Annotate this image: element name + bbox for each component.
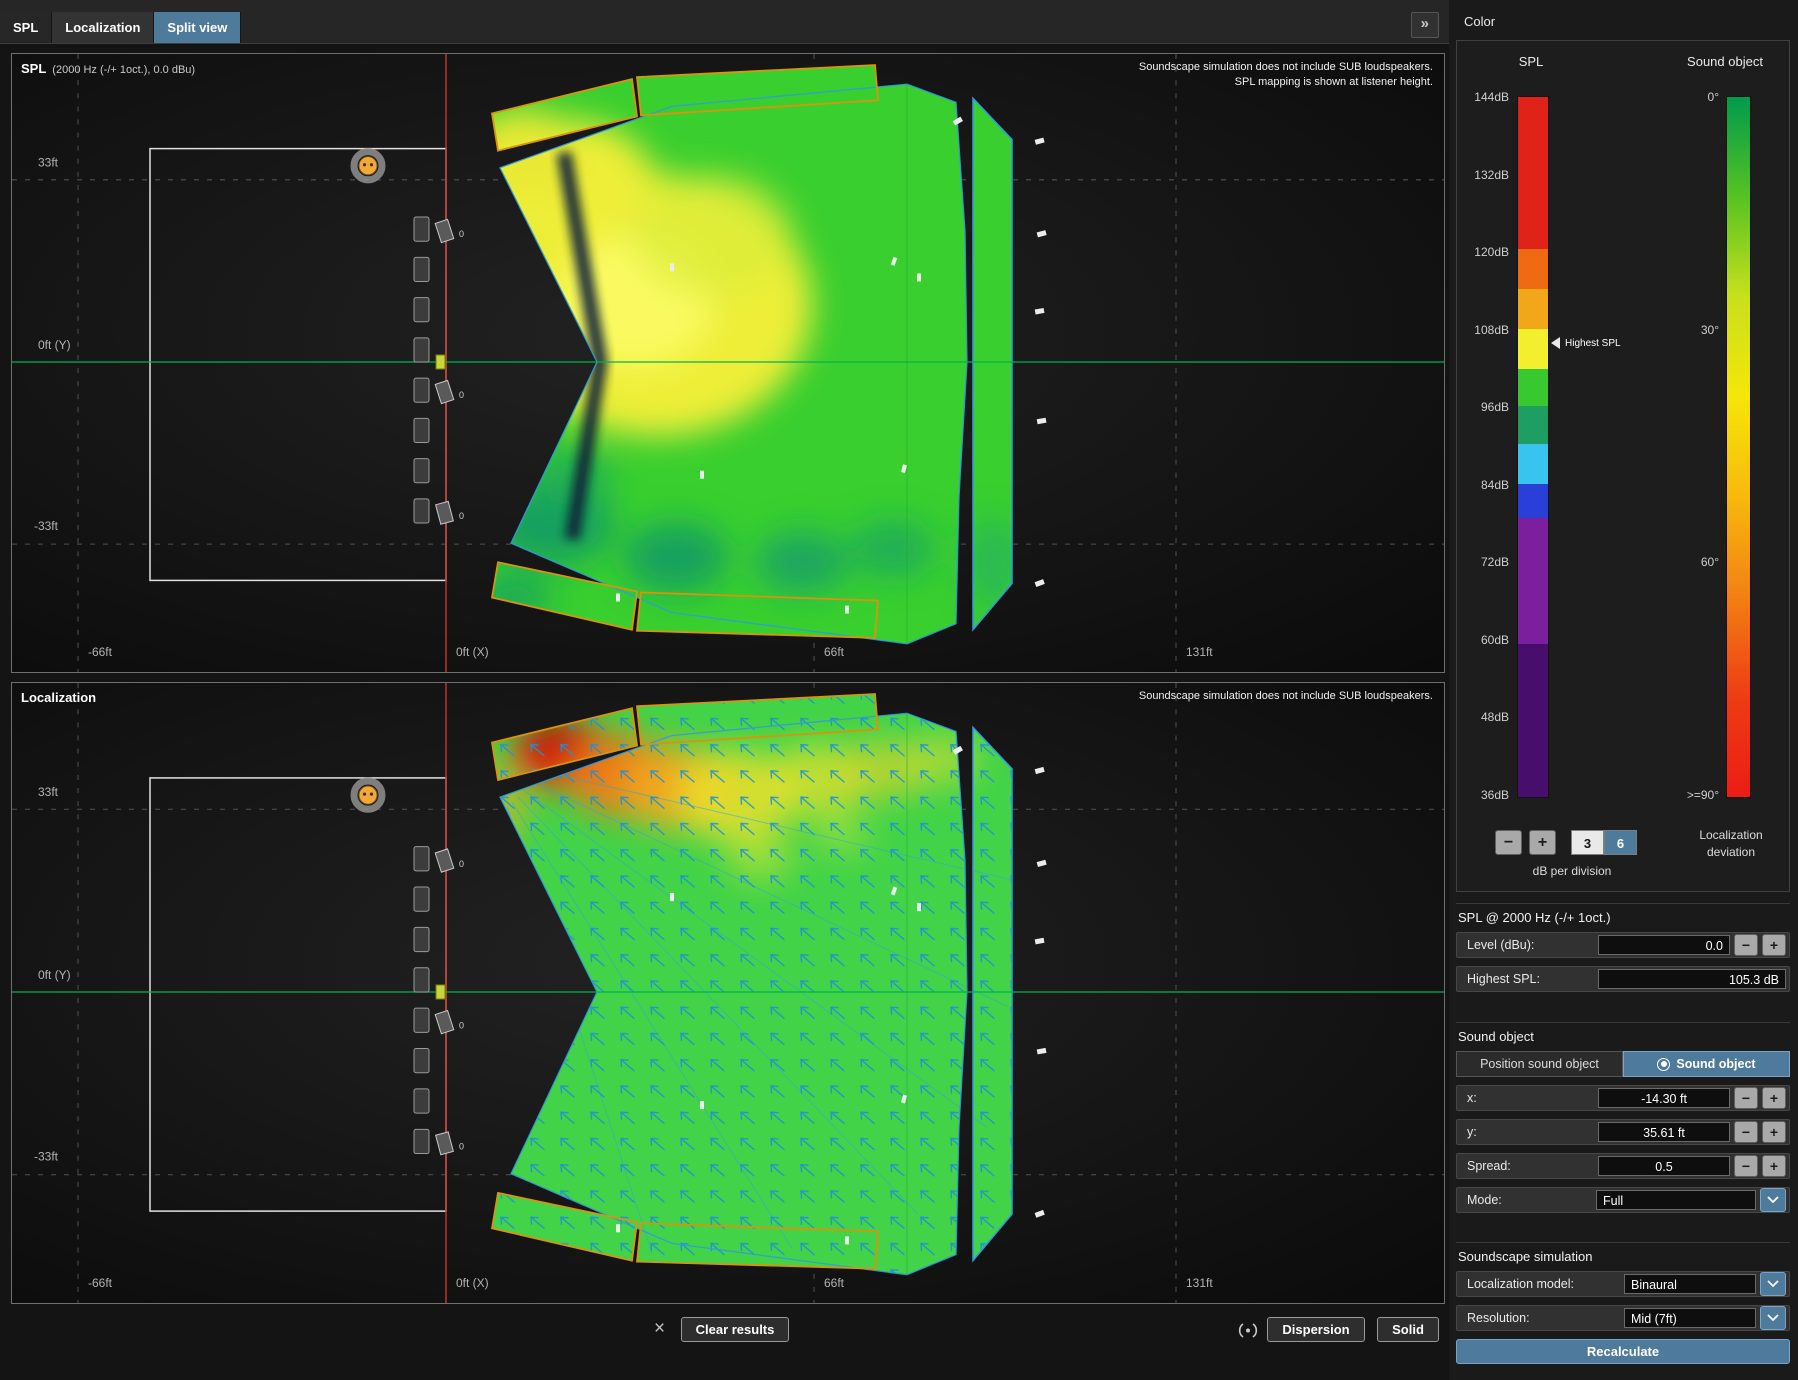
sound-object-section: Sound object Position sound object Sound… [1456, 1022, 1790, 1221]
solid-button[interactable]: Solid [1377, 1317, 1439, 1342]
spl-map-panel: 33ft 0ft (Y) -33ft -66ft 0ft (X) 66ft 13… [11, 53, 1445, 673]
localization-model-dropdown-button[interactable] [1760, 1272, 1786, 1296]
db-division-increase-button[interactable]: + [1529, 830, 1556, 855]
bottom-toolbar: × Clear results Dispersion Solid [11, 1310, 1443, 1354]
recalculate-button[interactable]: Recalculate [1456, 1339, 1790, 1364]
level-row: Level (dBu): 0.0 − + [1456, 932, 1790, 958]
selected-loudspeaker-icon [436, 985, 445, 999]
color-section-title: Color [1464, 14, 1495, 29]
svg-text:0ft (X): 0ft (X) [456, 645, 489, 659]
svg-text:-33ft: -33ft [34, 1150, 59, 1164]
svg-text:131ft: 131ft [1186, 645, 1213, 659]
svg-text:33ft: 33ft [38, 156, 59, 170]
radio-selected-icon [1657, 1058, 1670, 1071]
spl-scale-ticks: 144dB 132dB 120dB 108dB 96dB 84dB 72dB 6… [1457, 90, 1509, 802]
mode-dropdown-button[interactable] [1760, 1188, 1786, 1212]
tab-localization[interactable]: Localization [52, 12, 154, 43]
db-division-option-3[interactable]: 3 [1571, 830, 1604, 855]
highest-spl-arrow-icon [1551, 337, 1560, 349]
resolution-select[interactable]: Mid (7ft) [1624, 1308, 1756, 1328]
svg-text:0: 0 [459, 859, 464, 869]
clear-results-icon[interactable]: × [654, 1318, 665, 1340]
soundscape-simulation-title: Soundscape simulation [1458, 1249, 1790, 1264]
db-division-option-6[interactable]: 6 [1604, 830, 1637, 855]
db-division-decrease-button[interactable]: − [1495, 830, 1522, 855]
mode-select[interactable]: Full [1596, 1190, 1756, 1210]
svg-text:0: 0 [459, 1141, 464, 1151]
sound-object-button[interactable]: Sound object [1623, 1051, 1790, 1077]
chevron-down-icon [1767, 1196, 1779, 1204]
level-decrease-button[interactable]: − [1734, 934, 1758, 956]
position-sound-object-button[interactable]: Position sound object [1456, 1051, 1623, 1077]
highest-spl-row: Highest SPL: 105.3 dB [1456, 966, 1790, 992]
svg-text:0ft (Y): 0ft (Y) [38, 338, 71, 352]
selected-loudspeaker-icon [436, 355, 445, 369]
highest-spl-marker: Highest SPL [1551, 337, 1621, 349]
spl-scale-label: SPL [1485, 54, 1577, 69]
tab-bar: SPL Localization Split view » [0, 0, 1449, 44]
spl-color-scale [1517, 96, 1549, 798]
db-per-division-label: dB per division [1487, 864, 1657, 878]
sound-object-color-scale [1726, 96, 1751, 798]
svg-text:131ft: 131ft [1186, 1276, 1213, 1290]
svg-text:33ft: 33ft [38, 785, 59, 799]
svg-text:0: 0 [459, 511, 464, 521]
resolution-dropdown-button[interactable] [1760, 1306, 1786, 1330]
spread-increase-button[interactable]: + [1762, 1155, 1786, 1177]
level-value-field[interactable]: 0.0 [1598, 935, 1730, 955]
spread-value-field[interactable]: 0.5 [1598, 1156, 1730, 1176]
spl-panel-title: SPL(2000 Hz (-/+ 1oct.), 0.0 dBu) [21, 60, 195, 78]
x-value-field[interactable]: -14.30 ft [1598, 1088, 1730, 1108]
spread-row: Spread: 0.5 − + [1456, 1153, 1790, 1179]
svg-text:0ft (Y): 0ft (Y) [38, 968, 71, 982]
color-panel: SPL Sound object 144dB 132dB 120dB 108dB… [1456, 40, 1790, 892]
sidebar: Color SPL Sound object 144dB 132dB 120dB… [1449, 0, 1798, 1380]
spl-settings-title: SPL @ 2000 Hz (-/+ 1oct.) [1458, 910, 1790, 925]
sound-object-mode-toggle: Position sound object Sound object [1456, 1051, 1790, 1077]
spl-map-canvas[interactable]: 33ft 0ft (Y) -33ft -66ft 0ft (X) 66ft 13… [12, 54, 1444, 672]
x-decrease-button[interactable]: − [1734, 1087, 1758, 1109]
x-row: x: -14.30 ft − + [1456, 1085, 1790, 1111]
svg-text:66ft: 66ft [824, 1276, 845, 1290]
highest-spl-value-field: 105.3 dB [1598, 969, 1786, 989]
dispersion-button[interactable]: Dispersion [1267, 1317, 1365, 1342]
dispersion-icon[interactable] [1237, 1322, 1259, 1339]
svg-text:66ft: 66ft [824, 645, 845, 659]
sound-object-scale-ticks: 0° 30° 60° >=90° [1627, 90, 1719, 802]
localization-deviation-label: Localization deviation [1686, 827, 1776, 862]
svg-text:0: 0 [459, 229, 464, 239]
spread-decrease-button[interactable]: − [1734, 1155, 1758, 1177]
sound-object-title: Sound object [1458, 1029, 1790, 1044]
spl-panel-notes: Soundscape simulation does not include S… [1139, 60, 1433, 90]
localization-model-select[interactable]: Binaural [1624, 1274, 1756, 1294]
svg-text:-66ft: -66ft [88, 645, 113, 659]
tab-spl[interactable]: SPL [0, 12, 52, 43]
svg-text:0: 0 [459, 390, 464, 400]
svg-text:0ft (X): 0ft (X) [456, 1276, 489, 1290]
mode-row: Mode: Full [1456, 1187, 1790, 1213]
localization-panel-notes: Soundscape simulation does not include S… [1139, 689, 1433, 704]
chevron-down-icon [1767, 1280, 1779, 1288]
y-value-field[interactable]: 35.61 ft [1598, 1122, 1730, 1142]
svg-text:0: 0 [459, 1020, 464, 1030]
chevron-down-icon [1767, 1314, 1779, 1322]
level-increase-button[interactable]: + [1762, 934, 1786, 956]
collapse-sidebar-icon[interactable]: » [1411, 12, 1439, 38]
localization-map-canvas[interactable]: 33ft 0ft (Y) -33ft -66ft 0ft (X) 66ft 13… [12, 683, 1444, 1303]
resolution-row: Resolution: Mid (7ft) [1456, 1305, 1790, 1331]
y-decrease-button[interactable]: − [1734, 1121, 1758, 1143]
localization-panel-title: Localization [21, 689, 96, 707]
y-increase-button[interactable]: + [1762, 1121, 1786, 1143]
x-increase-button[interactable]: + [1762, 1087, 1786, 1109]
svg-text:-33ft: -33ft [34, 519, 59, 533]
svg-text:-66ft: -66ft [88, 1276, 113, 1290]
sound-object-scale-label: Sound object [1663, 54, 1787, 69]
clear-results-button[interactable]: Clear results [681, 1317, 789, 1342]
y-row: y: 35.61 ft − + [1456, 1119, 1790, 1145]
localization-model-row: Localization model: Binaural [1456, 1271, 1790, 1297]
tab-split-view[interactable]: Split view [154, 12, 241, 43]
localization-map-panel: 33ft 0ft (Y) -33ft -66ft 0ft (X) 66ft 13… [11, 682, 1445, 1304]
soundscape-simulation-section: Soundscape simulation Localization model… [1456, 1242, 1790, 1364]
spl-settings-section: SPL @ 2000 Hz (-/+ 1oct.) Level (dBu): 0… [1456, 903, 1790, 1000]
